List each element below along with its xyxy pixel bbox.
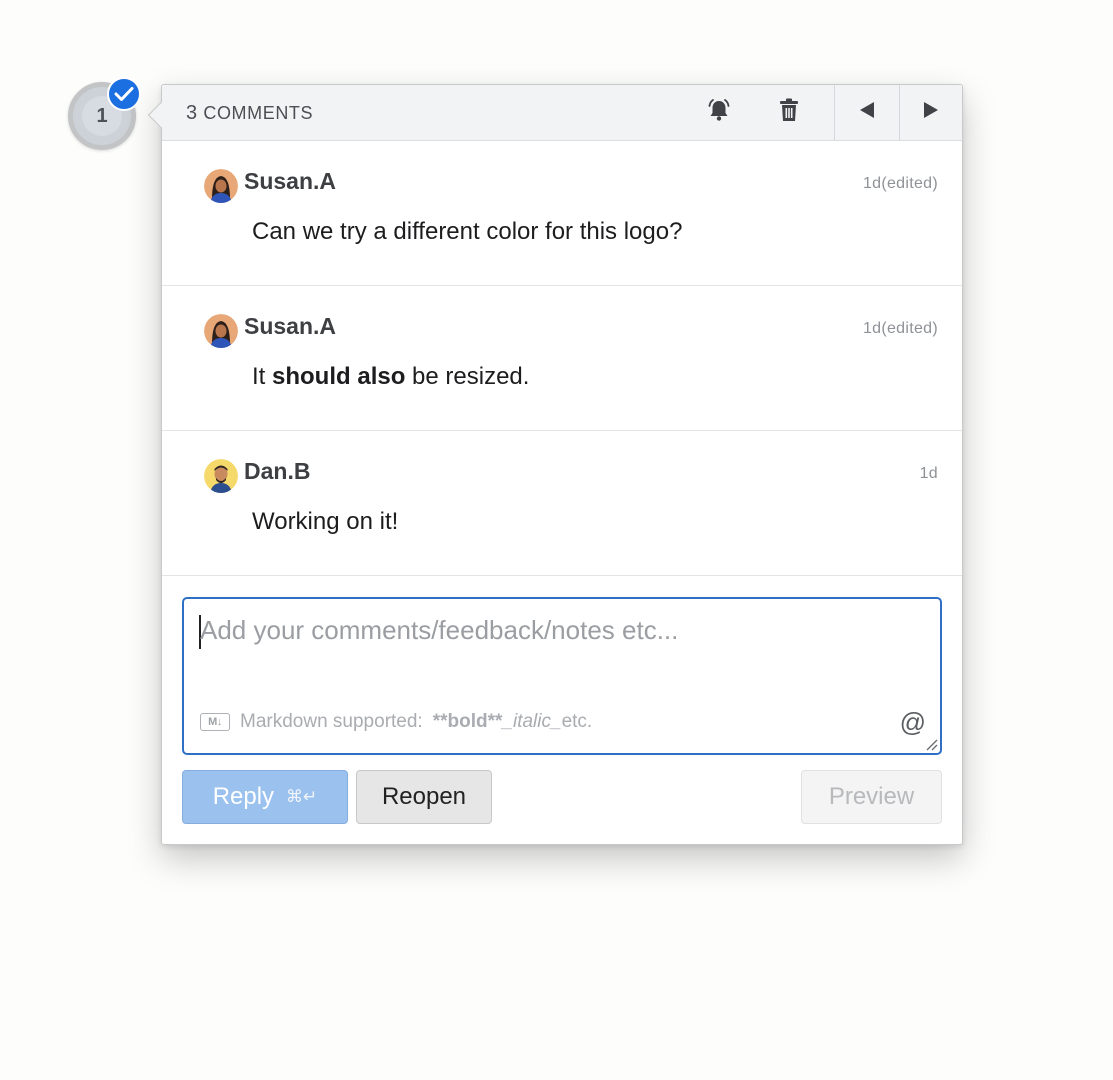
thread-header: 3 COMMENTS	[162, 85, 962, 141]
previous-arrow-icon	[859, 101, 875, 124]
mention-icon[interactable]: @	[900, 707, 926, 738]
comment-input-placeholder: Add your comments/feedback/notes etc...	[200, 615, 679, 645]
alarm-bell-icon	[706, 97, 732, 128]
comment-author: Susan.A	[244, 168, 337, 194]
comment-time: 1d	[919, 465, 938, 482]
next-thread-button[interactable]	[900, 85, 962, 140]
susan-avatar	[204, 314, 238, 348]
comment-item: Susan.A 1d(edited) It should also be res…	[162, 286, 962, 431]
dan-avatar	[204, 459, 238, 493]
reply-shortcut: ⌘↵	[286, 787, 318, 806]
bold-text: should also	[272, 363, 406, 390]
preview-button[interactable]: Preview	[801, 770, 942, 824]
susan-avatar	[204, 169, 238, 203]
comment-author: Susan.A	[244, 313, 337, 339]
delete-thread-button[interactable]	[762, 85, 816, 140]
comment-text: It should also be resized.	[252, 363, 530, 390]
markdown-icon: M↓	[200, 713, 230, 731]
comment-author: Dan.B	[244, 458, 311, 484]
comment-text: Can we try a different color for this lo…	[252, 218, 683, 245]
resolved-check-icon	[107, 77, 141, 111]
previous-thread-button[interactable]	[835, 85, 899, 140]
comment-count: 3 COMMENTS	[186, 102, 314, 124]
comment-time: 1d(edited)	[862, 175, 938, 192]
comment-text: Working on it!	[252, 508, 399, 535]
comment-item: Dan.B 1d Working on it!	[162, 431, 962, 576]
reopen-button[interactable]: Reopen	[356, 770, 492, 824]
reply-button[interactable]: Reply ⌘↵	[182, 770, 348, 824]
comment-thread-popup: 3 COMMENTS Susan.A 1d(edited) Can we try…	[147, 84, 963, 845]
comment-item: Susan.A 1d(edited) Can we try a differen…	[162, 141, 962, 286]
comment-input[interactable]: Add your comments/feedback/notes etc... …	[182, 597, 942, 755]
markdown-hint: M↓ Markdown supported: **bold** _italic_…	[200, 711, 592, 733]
resize-grip-icon[interactable]	[924, 737, 938, 751]
next-arrow-icon	[923, 101, 939, 124]
notify-button[interactable]	[692, 85, 746, 140]
trash-icon	[778, 97, 800, 128]
comment-time: 1d(edited)	[862, 320, 938, 337]
